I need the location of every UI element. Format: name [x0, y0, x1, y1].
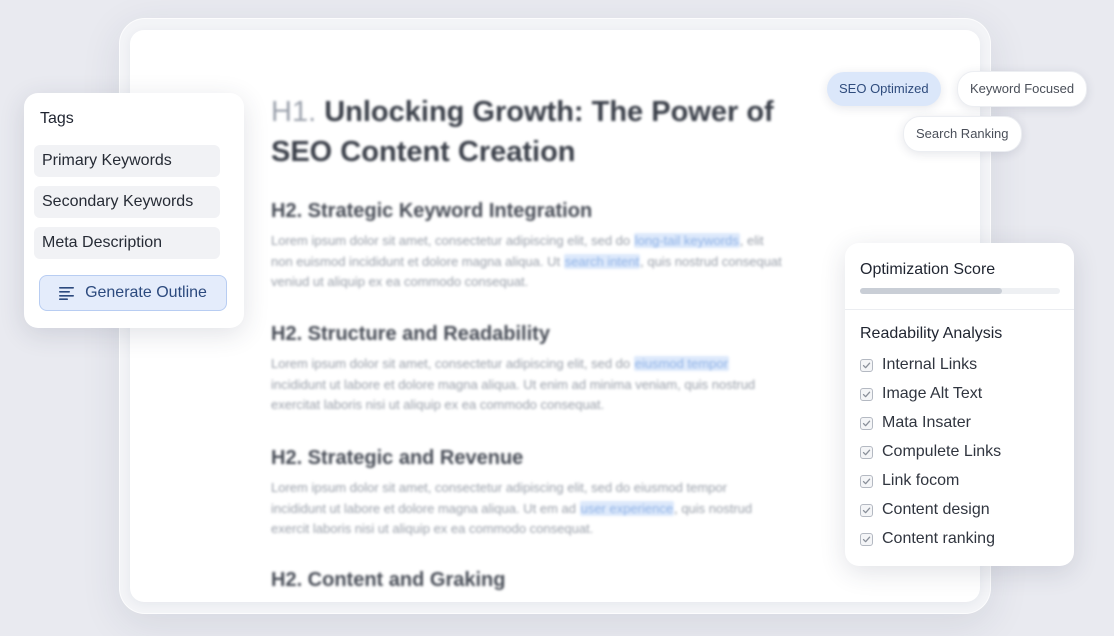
- checkbox-checked-icon[interactable]: [860, 474, 873, 488]
- check-item[interactable]: Link focom: [860, 471, 959, 491]
- generate-outline-button[interactable]: Generate Outline: [39, 275, 227, 311]
- section-paragraph: Lorem ipsum dolor sit amet, consectetur …: [271, 480, 753, 536]
- highlighted-keyword[interactable]: long-tail keywords: [633, 233, 740, 248]
- checkbox-checked-icon[interactable]: [860, 503, 873, 517]
- tags-title: Tags: [40, 110, 74, 127]
- check-label: Internal Links: [882, 356, 978, 373]
- tag-primary-keywords[interactable]: Primary Keywords: [34, 145, 220, 177]
- check-label: Content design: [882, 501, 990, 518]
- check-item[interactable]: Internal Links: [860, 355, 977, 375]
- optimization-score-fill: [860, 288, 1002, 294]
- optimization-score-bar: [860, 288, 1060, 294]
- check-label: Content ranking: [882, 530, 995, 547]
- highlighted-keyword[interactable]: eiusmod tempor: [633, 356, 729, 371]
- section-structure-readability: H2. Structure and Readability Lorem ipsu…: [271, 323, 831, 416]
- tag-chip-search-ranking[interactable]: Search Ranking: [903, 116, 1022, 152]
- checkbox-checked-icon[interactable]: [860, 445, 873, 459]
- tag-meta-description[interactable]: Meta Description: [34, 227, 220, 259]
- optimization-panel: Optimization Score Readability Analysis …: [845, 243, 1074, 566]
- check-label: Image Alt Text: [882, 385, 983, 402]
- h1-line2: SEO Content Creation: [271, 136, 576, 168]
- checkbox-checked-icon[interactable]: [860, 532, 873, 546]
- check-label: Link focom: [882, 472, 960, 489]
- check-item[interactable]: Compulete Links: [860, 442, 1001, 462]
- section-strategic-revenue: H2. Strategic and Revenue Lorem ipsum do…: [271, 447, 831, 540]
- tag-chip-keyword-focused[interactable]: Keyword Focused: [957, 71, 1088, 107]
- check-item[interactable]: Image Alt Text: [860, 384, 982, 404]
- checkbox-checked-icon[interactable]: [860, 358, 873, 372]
- section-heading: H2. Content and Graking: [271, 569, 506, 591]
- highlighted-keyword[interactable]: user experience: [579, 500, 675, 516]
- document-content: H1. Unlocking Growth: The Power of SEO C…: [271, 92, 831, 591]
- h1-line1: Unlocking Growth: The Power of: [324, 96, 774, 128]
- generate-outline-label: Generate Outline: [85, 284, 207, 301]
- check-item[interactable]: Mata Insater: [860, 413, 971, 433]
- h1-prefix: H1.: [271, 96, 317, 128]
- checkbox-checked-icon[interactable]: [860, 387, 873, 401]
- document-h1: H1. Unlocking Growth: The Power of SEO C…: [271, 92, 831, 172]
- highlighted-keyword[interactable]: search intent: [563, 253, 641, 269]
- tag-chip-seo-optimized[interactable]: SEO Optimized: [827, 72, 941, 106]
- check-label: Compulete Links: [882, 443, 1002, 460]
- checkbox-checked-icon[interactable]: [860, 416, 873, 430]
- readability-analysis-title: Readability Analysis: [860, 325, 1003, 342]
- list-lines-icon: [59, 286, 75, 300]
- section-paragraph: Lorem ipsum dolor sit amet, consectetur …: [271, 356, 756, 412]
- section-heading: H2. Strategic and Revenue: [271, 447, 524, 469]
- check-label: Mata Insater: [882, 414, 971, 431]
- section-content-graking: H2. Content and Graking: [271, 569, 831, 600]
- tags-panel: Tags Primary Keywords Secondary Keywords…: [24, 93, 244, 328]
- section-paragraph: Lorem ipsum dolor sit amet, consectetur …: [271, 233, 782, 289]
- optimization-score-title: Optimization Score: [860, 261, 996, 278]
- check-item[interactable]: Content design: [860, 500, 990, 520]
- check-item[interactable]: Content ranking: [860, 529, 995, 549]
- divider: [845, 309, 1074, 310]
- section-heading: H2. Strategic Keyword Integration: [271, 200, 593, 222]
- section-heading: H2. Structure and Readability: [271, 323, 550, 345]
- section-keyword-integration: H2. Strategic Keyword Integration Lorem …: [271, 200, 831, 293]
- tag-secondary-keywords[interactable]: Secondary Keywords: [34, 186, 220, 218]
